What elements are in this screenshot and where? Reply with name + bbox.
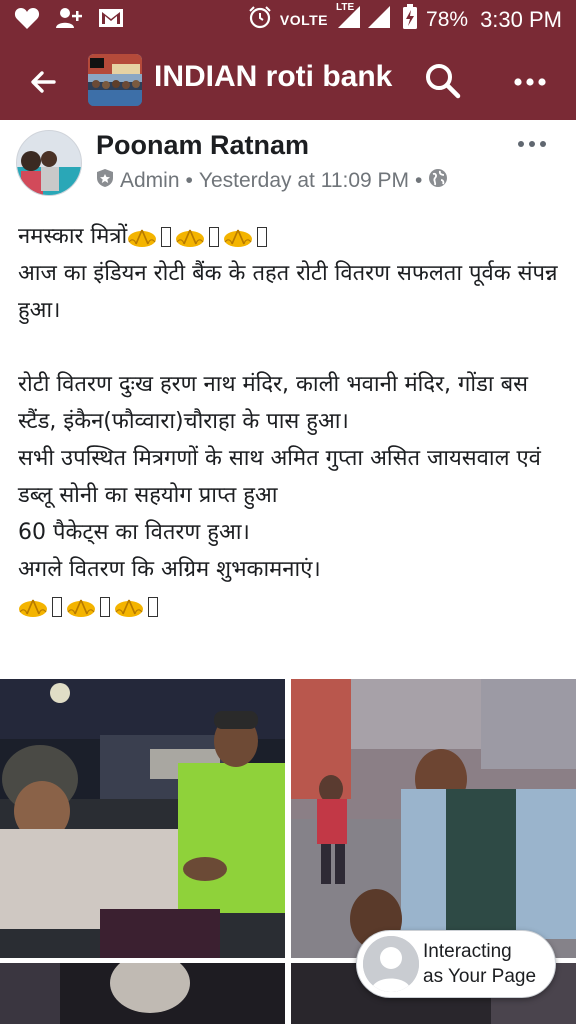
folded-hands-icon bbox=[67, 599, 95, 617]
post-paragraph-1: आज का इंडियन रोटी बैंक के तहत रोटी वितरण… bbox=[18, 261, 558, 323]
group-avatar[interactable] bbox=[88, 54, 142, 106]
more-button[interactable] bbox=[508, 62, 552, 102]
admin-shield-icon bbox=[96, 168, 114, 194]
folded-hands-icon bbox=[115, 599, 143, 617]
back-button[interactable] bbox=[24, 62, 64, 102]
emoji-line bbox=[18, 588, 563, 625]
post-photo-3[interactable] bbox=[0, 963, 285, 1024]
post-paragraph-2: रोटी वितरण दुःख हरण नाथ मंदिर, काली भवान… bbox=[18, 372, 529, 434]
interacting-label: Interacting as Your Page bbox=[423, 939, 536, 989]
page-avatar bbox=[363, 936, 419, 992]
emoji-row bbox=[127, 226, 269, 248]
group-title[interactable]: INDIAN roti bank bbox=[154, 60, 392, 94]
add-person-icon bbox=[54, 6, 84, 34]
post-photo-1[interactable] bbox=[0, 679, 285, 958]
missing-glyph bbox=[209, 227, 220, 247]
gmail-icon bbox=[98, 7, 124, 33]
alarm-icon bbox=[248, 5, 272, 34]
back-arrow-icon bbox=[31, 71, 56, 93]
folded-hands-icon bbox=[176, 229, 205, 247]
missing-glyph bbox=[161, 227, 172, 247]
post-options-button[interactable] bbox=[514, 134, 550, 154]
author-role: Admin bbox=[120, 169, 180, 192]
missing-glyph bbox=[100, 597, 110, 617]
greeting-text: नमस्कार मित्रों bbox=[18, 224, 128, 249]
folded-hands-icon bbox=[128, 229, 157, 247]
clock-time: 3:30 PM bbox=[480, 6, 562, 32]
more-icon bbox=[514, 78, 546, 86]
meta-separator: • bbox=[185, 169, 193, 192]
post-paragraph-3: सभी उपस्थित मित्रगणों के साथ अमित गुप्ता… bbox=[18, 446, 541, 508]
lte-label: LTE bbox=[336, 2, 355, 13]
interacting-as-page-button[interactable]: Interacting as Your Page bbox=[356, 930, 556, 998]
author-name[interactable]: Poonam Ratnam bbox=[96, 130, 309, 161]
folded-hands-icon bbox=[224, 229, 253, 247]
battery-percent: 78% bbox=[426, 7, 469, 31]
network-label: VOLTE bbox=[279, 11, 329, 28]
missing-glyph bbox=[52, 597, 62, 617]
post-photo-2[interactable] bbox=[291, 679, 576, 958]
interacting-line-1: Interacting bbox=[423, 941, 512, 962]
post-meta: Admin • Yesterday at 11:09 PM • bbox=[96, 168, 448, 194]
missing-glyph bbox=[148, 597, 158, 617]
status-bar: VOLTE LTE 78% 3:30 PM bbox=[0, 0, 576, 40]
interacting-line-2: as Your Page bbox=[423, 966, 537, 987]
search-icon bbox=[426, 64, 461, 99]
search-button[interactable] bbox=[422, 60, 464, 102]
app-bar: INDIAN roti bank bbox=[0, 40, 576, 120]
folded-hands-icon bbox=[19, 599, 47, 617]
post-line-greeting: नमस्कार मित्रों bbox=[18, 218, 563, 255]
post-timestamp[interactable]: Yesterday at 11:09 PM bbox=[199, 169, 409, 193]
globe-icon bbox=[428, 168, 448, 194]
heart-icon bbox=[14, 6, 40, 34]
post-paragraph-4: 60 पैकेट्स का वितरण हुआ। bbox=[18, 520, 250, 545]
default-profile-icon bbox=[363, 936, 419, 992]
meta-separator: • bbox=[415, 169, 423, 192]
emoji-row bbox=[18, 596, 160, 618]
post-paragraph-5: अगले वितरण कि अग्रिम शुभकामनाएं। bbox=[18, 557, 321, 582]
post-text: नमस्कार मित्रों आज का इंडियन रोटी बैंक क… bbox=[18, 218, 563, 625]
author-avatar[interactable] bbox=[16, 130, 82, 196]
more-icon bbox=[518, 141, 546, 147]
signal-icon: LTE bbox=[336, 2, 394, 35]
battery-charging-icon bbox=[402, 4, 418, 35]
missing-glyph bbox=[257, 227, 268, 247]
